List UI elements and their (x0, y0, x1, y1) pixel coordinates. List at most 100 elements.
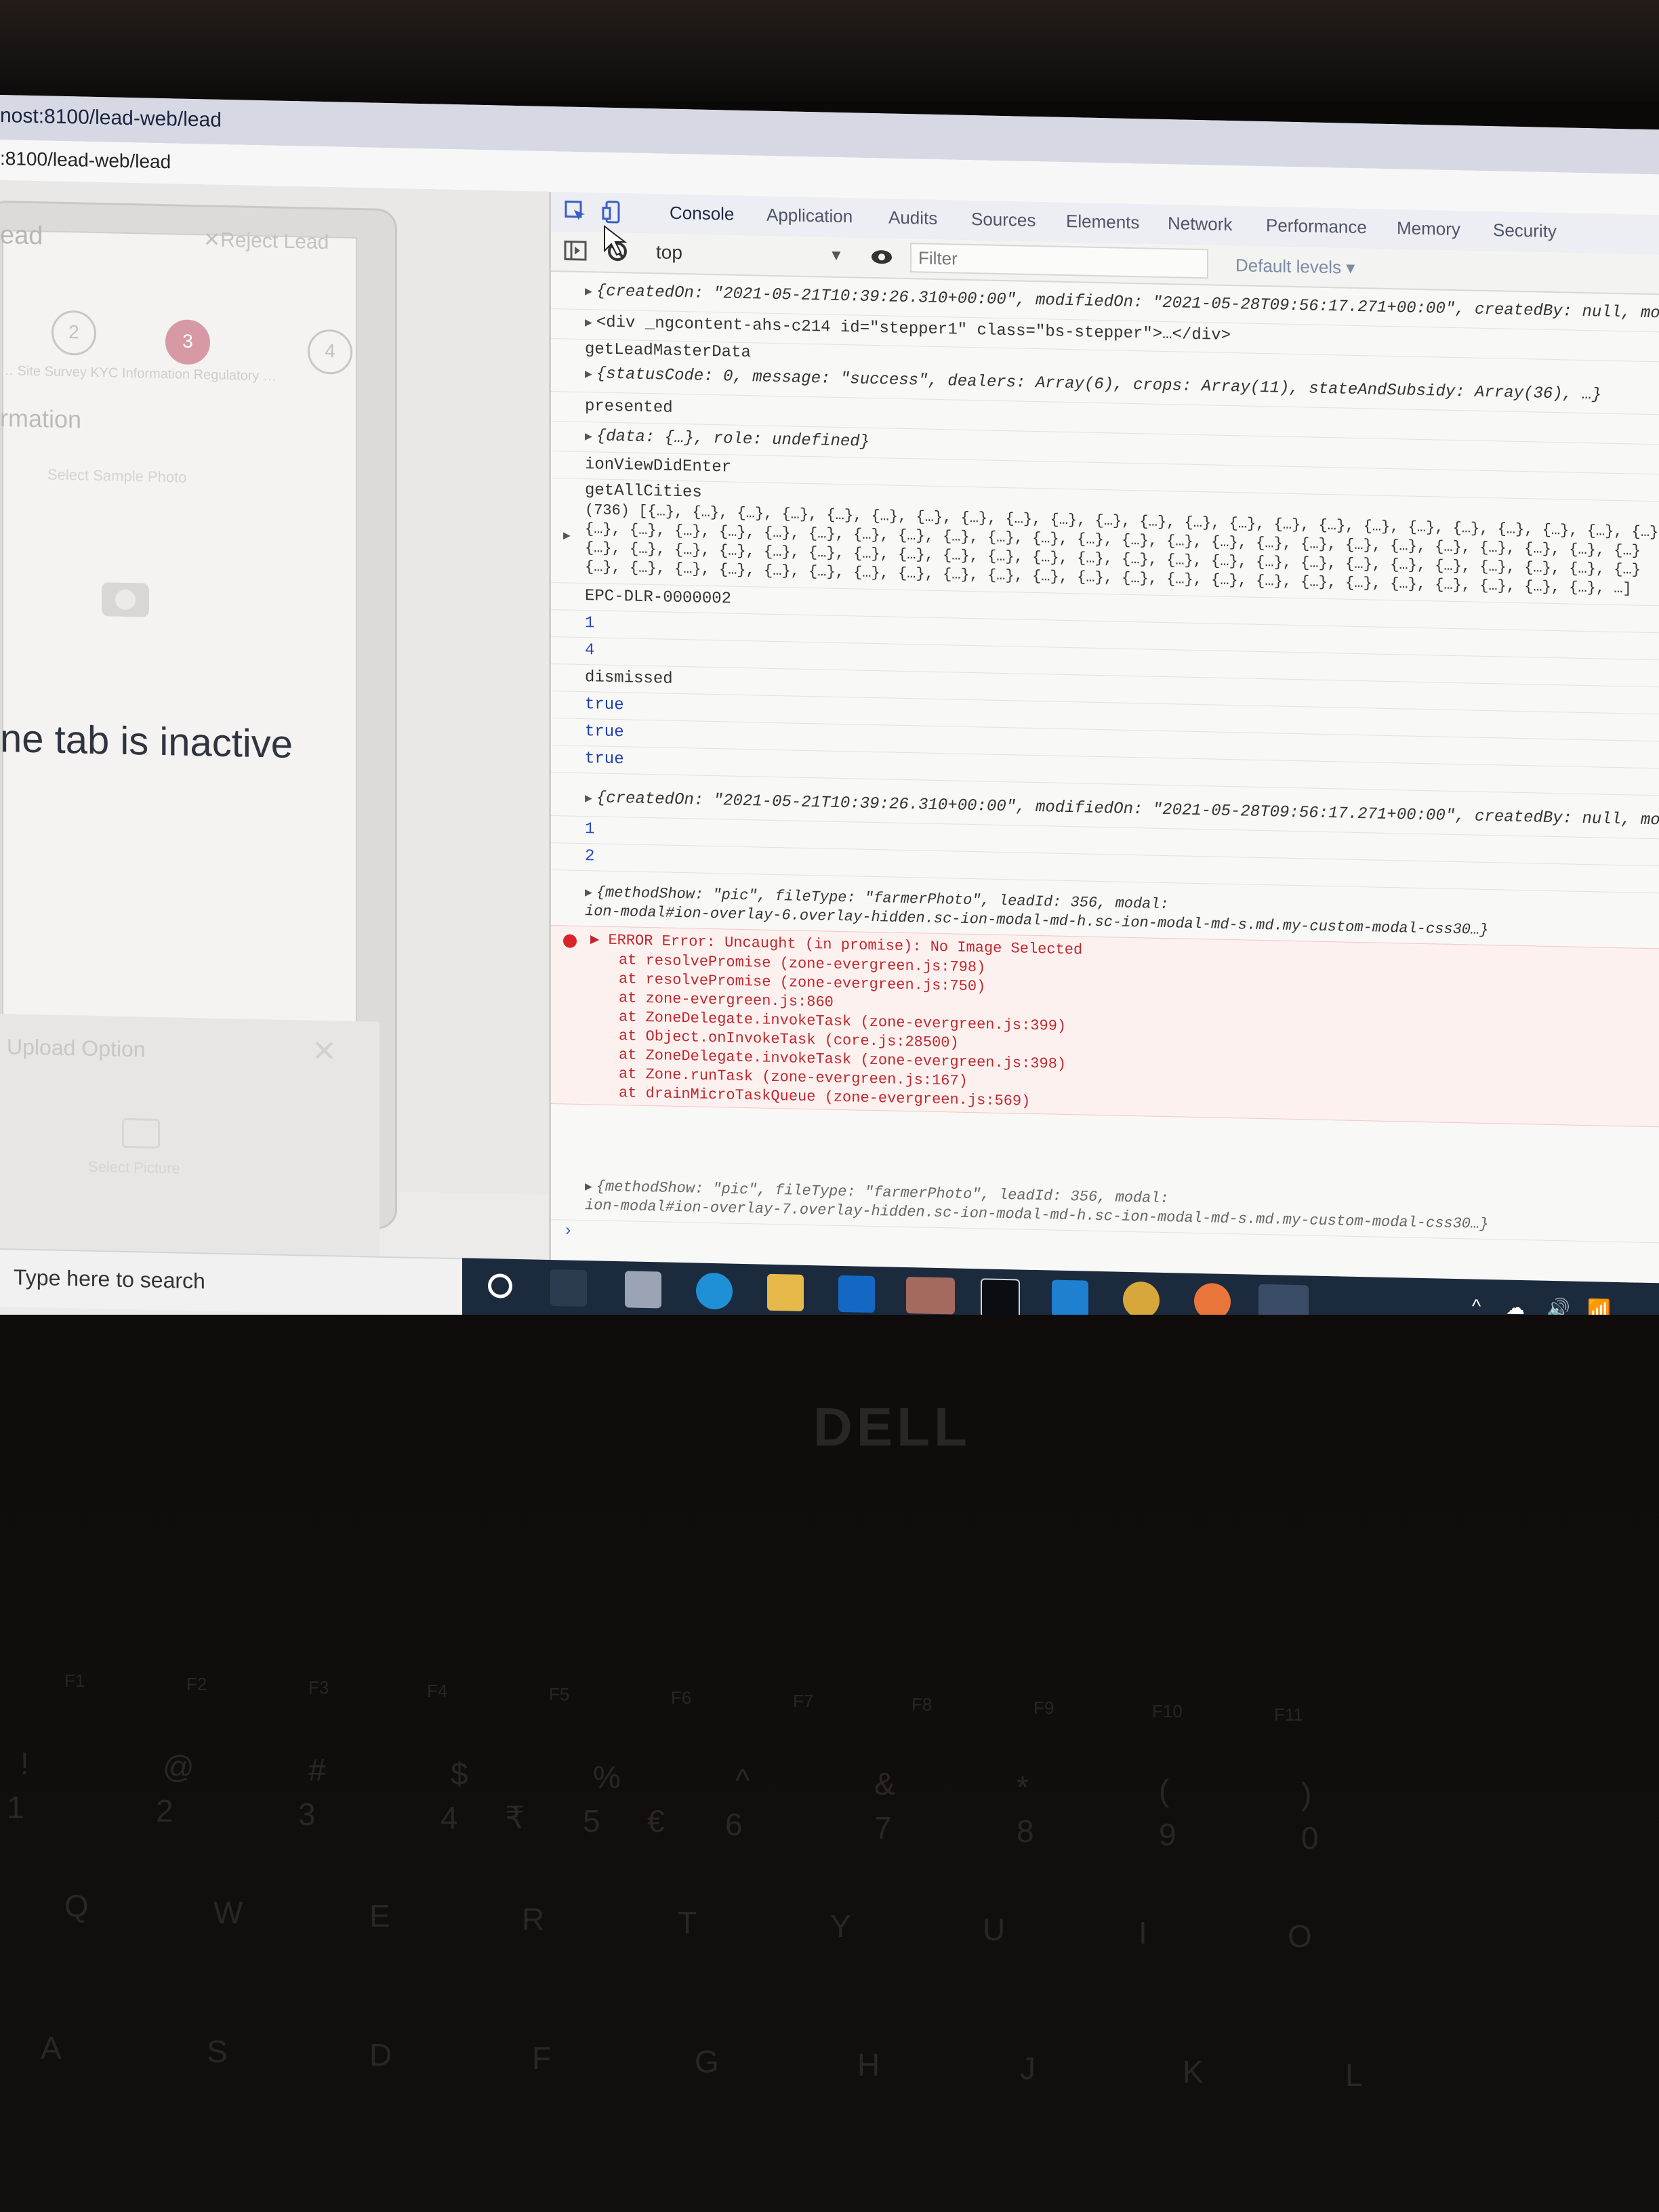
key-amp: & (874, 1766, 895, 1801)
error-entry[interactable]: ▶ ERROR Error: Uncaught (in promise): No… (551, 925, 1659, 1128)
log-text: getLeadMasterData (585, 340, 751, 363)
expand-triangle-icon[interactable]: ▶ (585, 792, 592, 806)
tab-sources[interactable]: Sources (971, 209, 1036, 231)
key-3: 3 (298, 1797, 316, 1832)
taskbar-search[interactable]: Type here to search (0, 1248, 462, 1317)
expand-triangle-icon[interactable]: ▶ (585, 886, 592, 900)
key-percent: % (593, 1759, 621, 1795)
upload-option-title: Upload Option (7, 1034, 146, 1062)
key-9: 9 (1159, 1817, 1176, 1852)
expand-triangle-icon[interactable]: ▶ (585, 316, 592, 330)
key-r: R (522, 1902, 545, 1937)
tab-elements[interactable]: Elements (1066, 211, 1139, 233)
key-f11: F11 (1274, 1704, 1303, 1725)
tab-application[interactable]: Application (766, 205, 853, 228)
edge-icon[interactable] (696, 1272, 733, 1310)
key-4: 4 (441, 1800, 458, 1835)
key-6: 6 (725, 1807, 743, 1842)
chrome-icon[interactable] (1123, 1281, 1160, 1319)
key-2: 2 (156, 1793, 173, 1828)
console-filter-input[interactable] (910, 243, 1208, 279)
tab-security[interactable]: Security (1493, 220, 1557, 242)
console-output: ▶ {createdOn: "2021-05-21T10:39:26.310+00… (551, 270, 1659, 1296)
task-view-icon[interactable] (550, 1269, 587, 1307)
tab-network[interactable]: Network (1168, 213, 1232, 235)
log-text: 1 (585, 820, 595, 839)
key-h: H (857, 2047, 880, 2083)
tab-performance[interactable]: Performance (1266, 215, 1367, 238)
devtools-panel: Console Application Audits Sources Eleme… (549, 191, 1659, 1300)
key-f1: F1 (64, 1671, 85, 1691)
expand-triangle-icon[interactable]: ▶ (585, 285, 592, 299)
file-explorer-icon[interactable] (767, 1273, 804, 1311)
key-o: O (1288, 1919, 1312, 1954)
gallery-icon[interactable] (122, 1118, 160, 1149)
key-j: J (1020, 2051, 1036, 2086)
close-icon[interactable]: ✕ (312, 1034, 337, 1069)
log-text: {data: {…}, role: undefined} (596, 427, 870, 451)
log-levels-dropdown[interactable]: Default levels ▾ (1235, 255, 1355, 279)
key-0: 0 (1301, 1820, 1319, 1856)
key-w: W (213, 1895, 243, 1930)
camera-icon[interactable] (102, 582, 149, 617)
log-text: EPC-DLR-0000002 (585, 587, 732, 609)
step-2[interactable]: 2 (52, 310, 96, 356)
log-text: true (585, 750, 624, 769)
select-picture-label: Select Picture (88, 1158, 180, 1177)
terminal-icon[interactable] (981, 1278, 1020, 1319)
tab-console[interactable]: Console (670, 203, 734, 225)
log-text: 2 (585, 847, 595, 866)
step-3[interactable]: 3 (165, 319, 210, 365)
app-icon[interactable] (625, 1271, 661, 1309)
key-f9: F9 (1033, 1698, 1054, 1718)
live-expression-eye-icon[interactable] (869, 245, 894, 270)
key-k: K (1183, 2054, 1204, 2089)
tray-chevron-icon[interactable]: ^ (1472, 1295, 1481, 1317)
console-prompt[interactable]: › (563, 1222, 573, 1240)
error-icon (563, 934, 577, 948)
key-rparen: ) (1301, 1776, 1312, 1811)
tab-audits[interactable]: Audits (888, 207, 937, 229)
log-text: dismissed (585, 668, 673, 689)
log-text: 1 (585, 614, 595, 633)
vscode-icon[interactable] (1052, 1279, 1088, 1317)
stack-frame[interactable]: at zone-evergreen.js:860 (619, 989, 834, 1011)
inactive-tab-message: ne tab is inactive (0, 716, 293, 767)
log-text: 4 (585, 641, 595, 660)
inspect-element-icon[interactable] (563, 199, 588, 224)
sidebar-toggle-icon[interactable] (563, 238, 588, 263)
key-f10: F10 (1152, 1701, 1183, 1721)
teams-icon[interactable] (906, 1277, 955, 1315)
key-at: @ (163, 1749, 194, 1784)
expand-triangle-icon[interactable]: ▶ (563, 528, 571, 543)
key-l: L (1345, 2057, 1363, 2093)
key-rupee: ₹ (505, 1800, 525, 1835)
key-5: 5 (583, 1803, 600, 1839)
expand-triangle-icon[interactable]: ▶ (585, 368, 592, 382)
key-f6: F6 (671, 1687, 692, 1708)
key-f3: F3 (308, 1677, 329, 1698)
expand-triangle-icon[interactable]: ▶ (585, 430, 592, 444)
reject-lead-label: Reject Lead (220, 228, 329, 254)
device-toolbar-icon[interactable] (601, 200, 626, 225)
key-f7: F7 (793, 1691, 814, 1711)
reject-lead-button[interactable]: ✕Reject Lead (203, 228, 329, 254)
log-entry[interactable]: ▶ {methodShow: "pic", fileType: "farmerPh… (551, 1174, 1659, 1244)
outlook-icon[interactable] (838, 1275, 875, 1313)
context-selector[interactable]: top (656, 241, 682, 264)
key-f5: F5 (549, 1684, 570, 1704)
key-g: G (695, 2044, 719, 2079)
search-placeholder[interactable]: Type here to search (14, 1265, 205, 1294)
tab-memory[interactable]: Memory (1397, 218, 1460, 240)
laptop-screen: nost:8100/lead-web/lead :8100/lead-web/l… (0, 95, 1659, 1350)
address-url[interactable]: :8100/lead-web/lead (0, 148, 171, 173)
step-4[interactable]: 4 (308, 329, 352, 375)
stack-frame[interactable]: at drainMicroTaskQueue (zone-evergreen.j… (619, 1084, 1030, 1110)
laptop-top-bezel (0, 0, 1659, 102)
key-hash: # (308, 1753, 326, 1788)
key-q: Q (64, 1888, 89, 1923)
cortana-icon[interactable] (488, 1273, 512, 1298)
expand-triangle-icon[interactable]: ▶ (585, 1181, 592, 1194)
key-dollar: $ (451, 1756, 468, 1791)
chevron-down-icon[interactable]: ▼ (829, 247, 844, 264)
